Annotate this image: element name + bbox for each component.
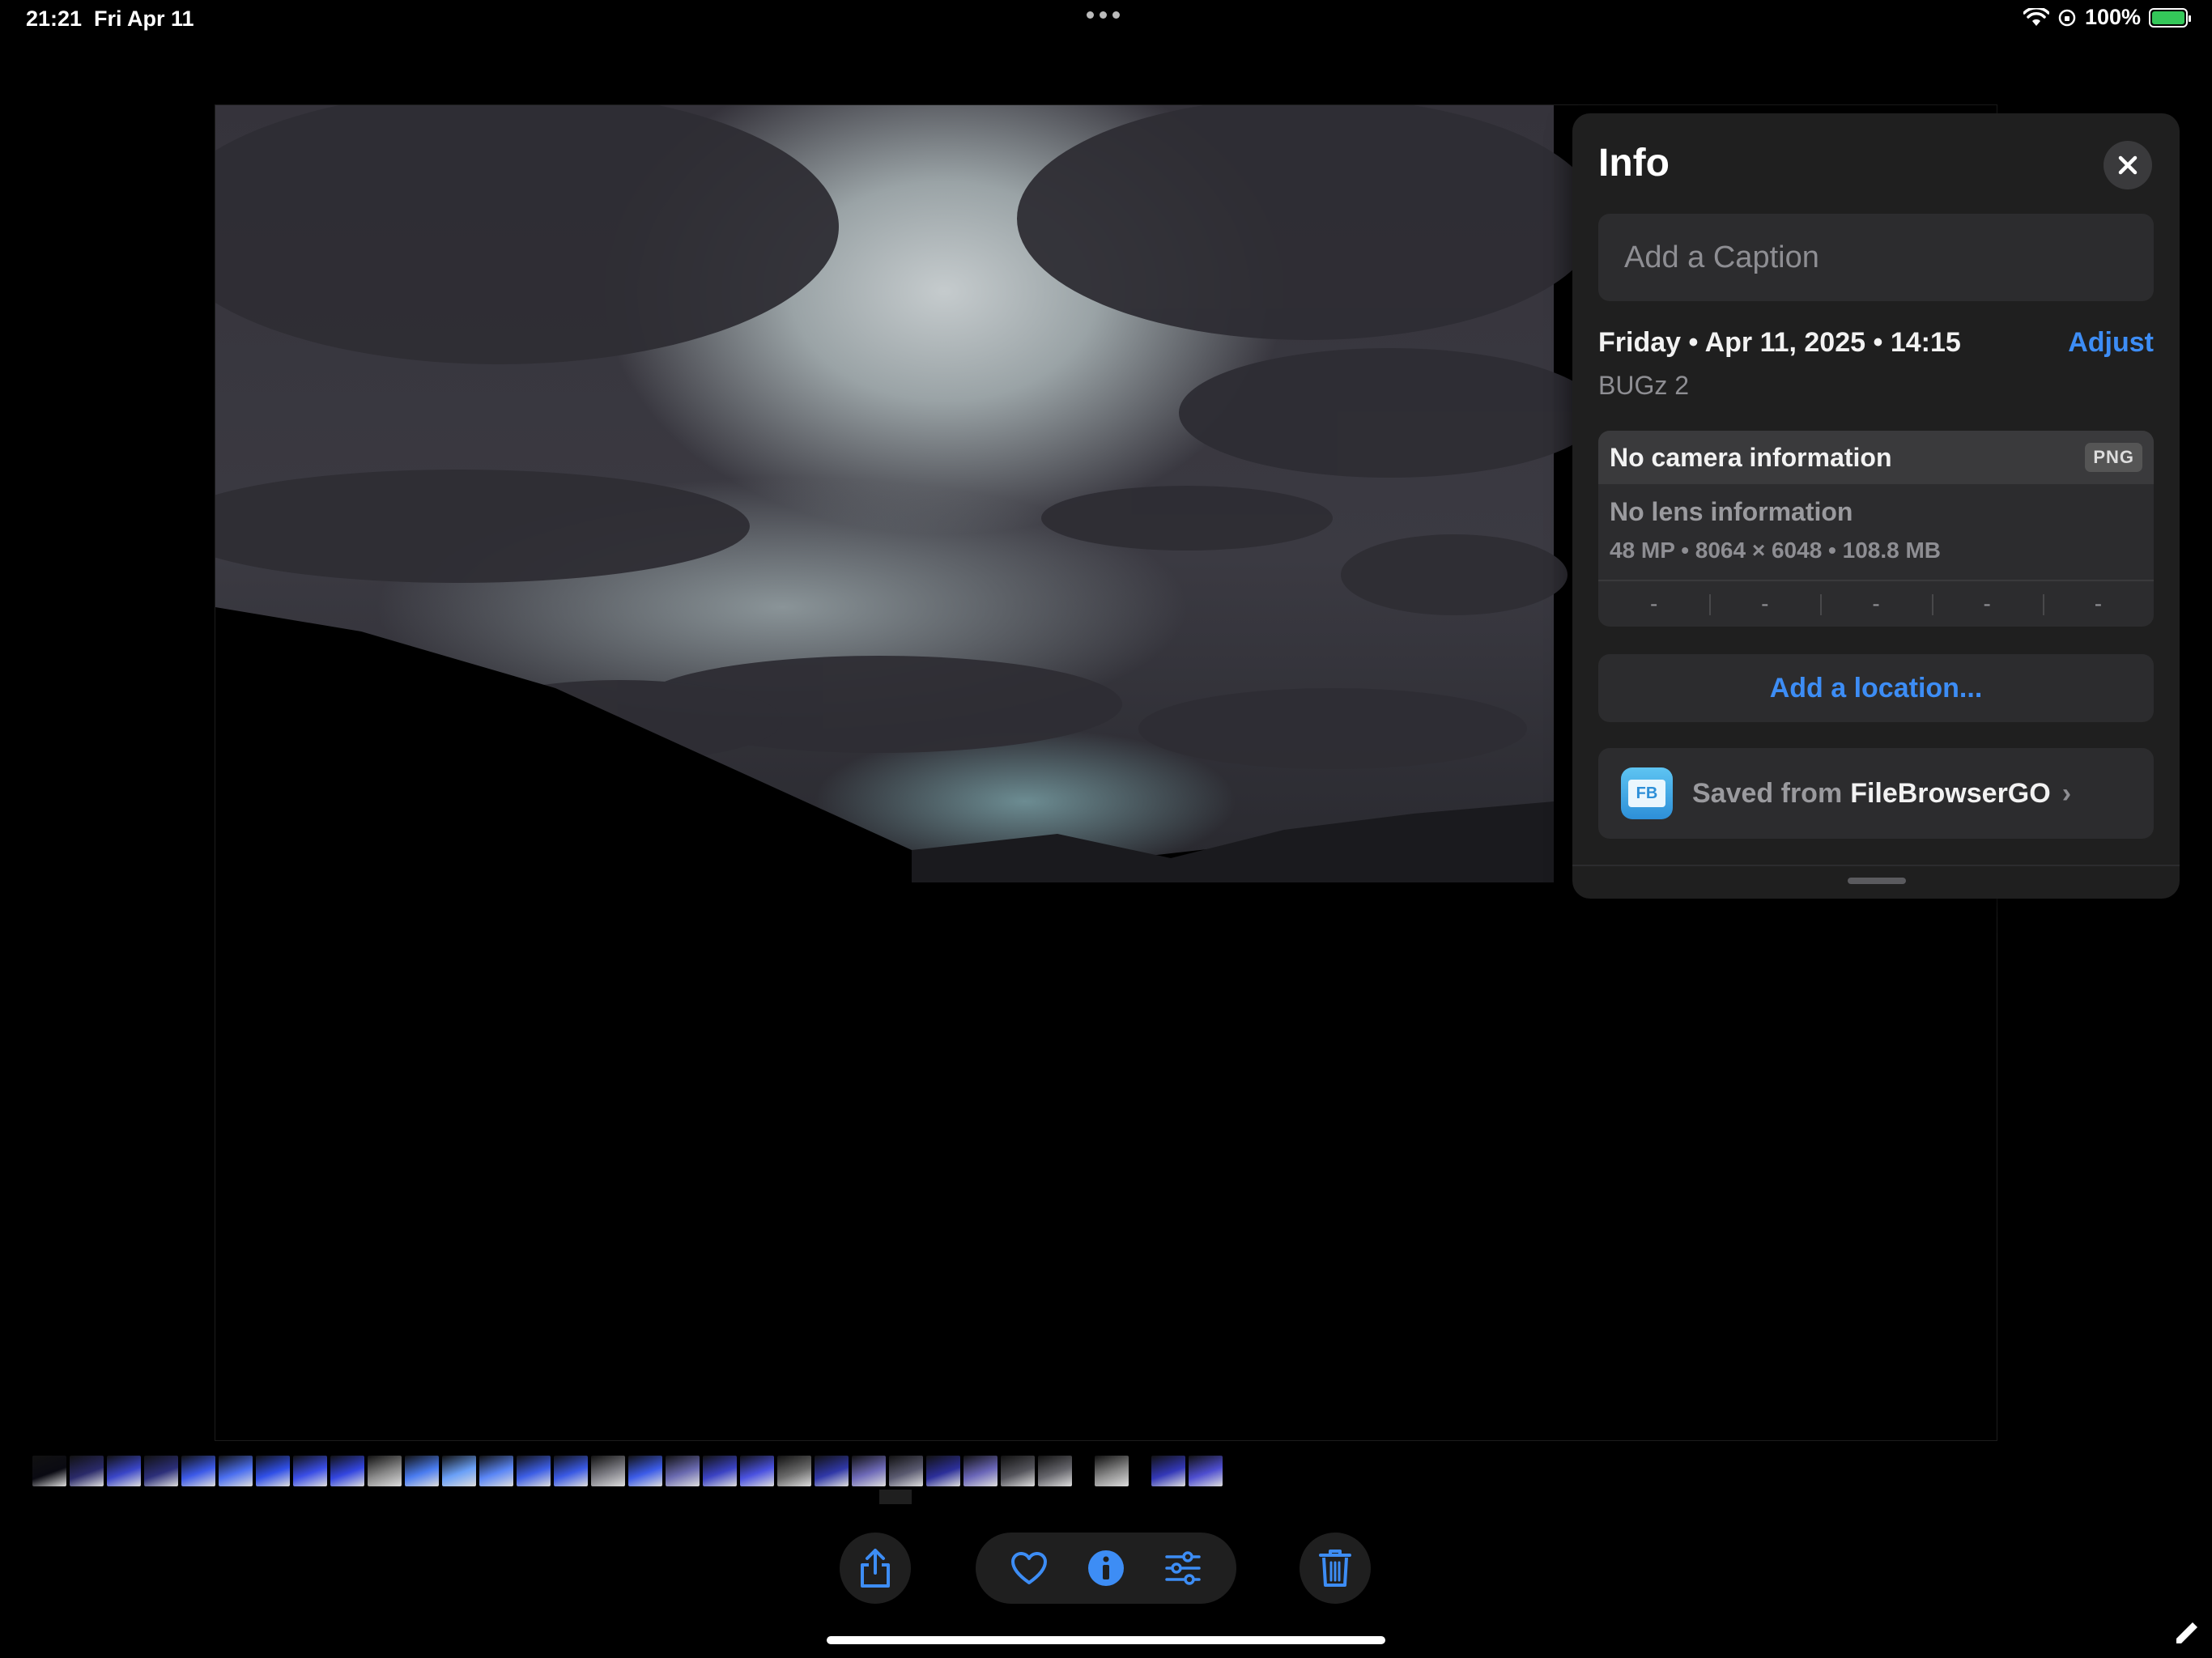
thumbnail[interactable] xyxy=(815,1456,849,1486)
panel-grabber[interactable] xyxy=(1848,878,1906,884)
exif-row: - - - - - xyxy=(1598,580,2154,627)
thumbnail-gap xyxy=(1132,1456,1148,1486)
format-badge: PNG xyxy=(2085,443,2142,472)
thumbnail[interactable] xyxy=(181,1456,215,1486)
thumbnail[interactable] xyxy=(777,1456,811,1486)
chevron-right-icon: › xyxy=(2061,777,2072,809)
thumbnail[interactable] xyxy=(852,1456,886,1486)
status-indicators: 100% xyxy=(2023,5,2191,30)
camera-title: No camera information xyxy=(1610,442,1892,472)
delete-button[interactable] xyxy=(1300,1533,1371,1604)
share-icon xyxy=(861,1549,890,1588)
thumbnail[interactable] xyxy=(144,1456,178,1486)
thumbnail[interactable] xyxy=(1151,1456,1185,1486)
exif-aperture: - xyxy=(1931,581,2043,627)
thumbnail[interactable] xyxy=(405,1456,439,1486)
current-thumbnail-indicator xyxy=(879,1490,912,1504)
thumbnail[interactable] xyxy=(256,1456,290,1486)
info-icon xyxy=(1087,1550,1124,1586)
thumbnail[interactable] xyxy=(963,1456,998,1486)
status-bar: 21:21 Fri Apr 11 100% xyxy=(0,0,2212,39)
photo-date: Friday • Apr 11, 2025 • 14:15 xyxy=(1598,327,1961,358)
exif-focal-length: - xyxy=(1709,581,1820,627)
thumbnail[interactable] xyxy=(666,1456,700,1486)
caption-input[interactable] xyxy=(1598,214,2154,301)
favorite-button[interactable] xyxy=(1010,1550,1049,1586)
thumbnail[interactable] xyxy=(1001,1456,1035,1486)
exif-ev: - xyxy=(1820,581,1931,627)
info-panel: Info Friday • Apr 11, 2025 • 14:15 Adjus… xyxy=(1572,113,2180,899)
lens-info: No lens information xyxy=(1610,497,1853,526)
saved-from-row[interactable]: FB Saved from FileBrowserGO › xyxy=(1598,748,2154,839)
trash-icon xyxy=(1319,1550,1351,1587)
panel-divider xyxy=(1572,865,2180,866)
thumbnail[interactable] xyxy=(628,1456,662,1486)
photo-actions-group xyxy=(976,1533,1236,1604)
exif-shutter: - xyxy=(2042,581,2154,627)
wifi-icon xyxy=(2023,7,2049,26)
battery-icon xyxy=(2149,7,2191,28)
album-name: BUGz 2 xyxy=(1598,371,1690,400)
filebrowser-app-icon: FB xyxy=(1621,767,1673,819)
thumbnail[interactable] xyxy=(926,1456,960,1486)
thumbnail[interactable] xyxy=(591,1456,625,1486)
multitasking-dots-icon[interactable] xyxy=(1087,11,1120,19)
orientation-lock-icon xyxy=(2058,9,2076,26)
camera-header: No camera information PNG xyxy=(1598,431,2154,484)
exif-iso: - xyxy=(1649,591,1658,616)
share-button[interactable] xyxy=(840,1533,911,1604)
thumbnail-strip[interactable] xyxy=(32,1456,1223,1488)
battery-percent: 100% xyxy=(2084,5,2141,29)
thumbnail[interactable] xyxy=(554,1456,588,1486)
thumbnail-gap xyxy=(1075,1456,1091,1486)
thumbnail[interactable] xyxy=(368,1456,402,1486)
thumbnail[interactable] xyxy=(479,1456,513,1486)
heart-icon xyxy=(1010,1552,1047,1584)
home-indicator[interactable] xyxy=(827,1636,1385,1644)
info-button[interactable] xyxy=(1087,1549,1125,1588)
add-location-button[interactable]: Add a location... xyxy=(1598,654,2154,722)
camera-info-card: No camera information PNG No lens inform… xyxy=(1598,431,2154,627)
info-title: Info xyxy=(1598,142,1670,185)
app-icon-label: FB xyxy=(1628,780,1665,807)
thumbnail[interactable] xyxy=(442,1456,476,1486)
thumbnail[interactable] xyxy=(330,1456,364,1486)
status-time: 21:21 xyxy=(26,6,83,31)
source-app-name: FileBrowserGO xyxy=(1850,777,2051,809)
saved-from-label: Saved from xyxy=(1692,777,1843,809)
thumbnail[interactable] xyxy=(293,1456,327,1486)
thumbnail[interactable] xyxy=(703,1456,737,1486)
thumbnail[interactable] xyxy=(70,1456,104,1486)
status-date: Fri Apr 11 xyxy=(94,6,194,31)
thumbnail[interactable] xyxy=(219,1456,253,1486)
thumbnail[interactable] xyxy=(1189,1456,1223,1486)
edit-button[interactable] xyxy=(1163,1550,1202,1586)
close-button[interactable] xyxy=(2104,141,2152,189)
thumbnail[interactable] xyxy=(1095,1456,1129,1486)
thumbnail[interactable] xyxy=(889,1456,923,1486)
thumbnail[interactable] xyxy=(740,1456,774,1486)
thumbnail[interactable] xyxy=(1038,1456,1072,1486)
thumbnail[interactable] xyxy=(517,1456,551,1486)
close-icon xyxy=(2118,155,2138,175)
thumbnail[interactable] xyxy=(32,1456,66,1486)
sliders-icon xyxy=(1165,1551,1202,1585)
pencil-icon[interactable] xyxy=(2173,1619,2201,1647)
image-specs: 48 MP • 8064 × 6048 • 108.8 MB xyxy=(1610,538,1942,563)
thumbnail[interactable] xyxy=(107,1456,141,1486)
adjust-date-button[interactable]: Adjust xyxy=(2068,327,2154,359)
